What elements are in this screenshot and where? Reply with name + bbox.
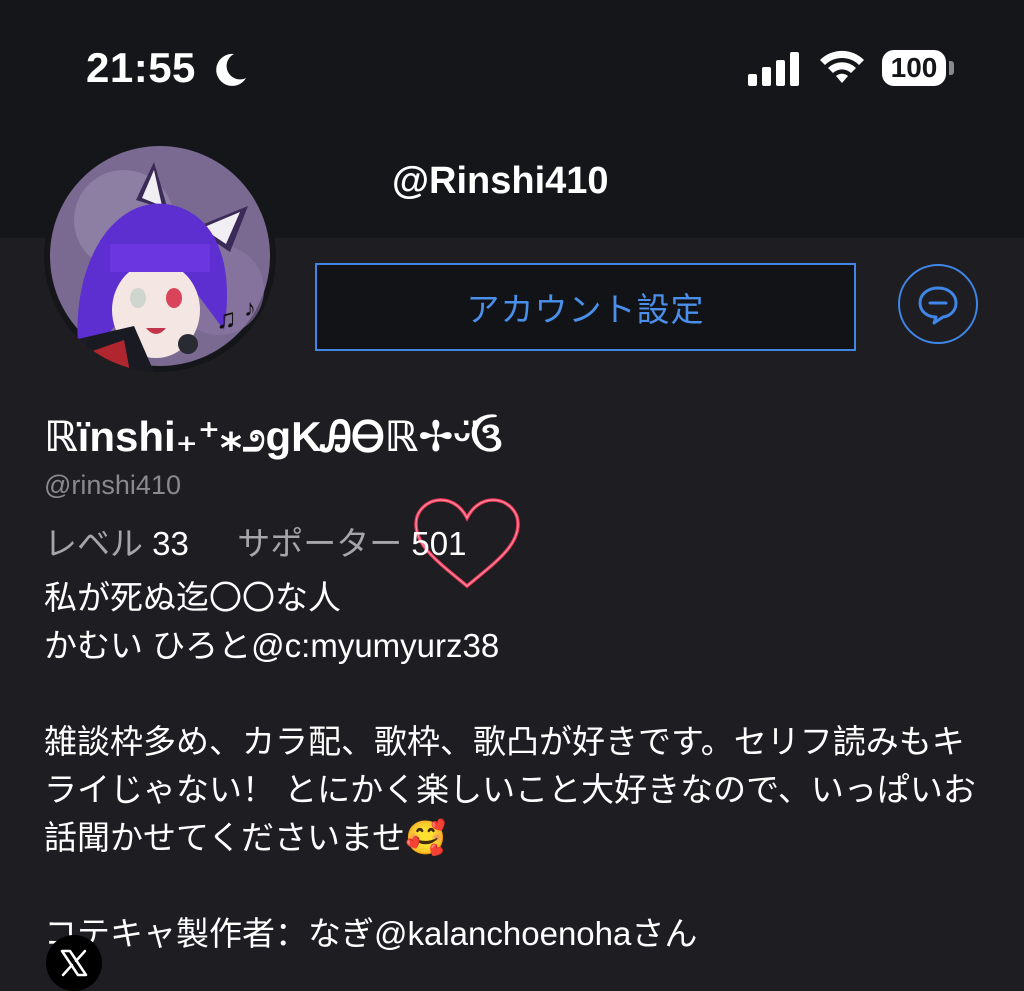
profile-stats: レベル 33 サポーター 501: [44, 517, 466, 565]
avatar[interactable]: ♫ ♪: [44, 140, 276, 372]
bio-line: かむい ひろと@c:myumyurz38: [44, 627, 500, 664]
status-time: 21:55: [86, 44, 196, 91]
battery-icon: 100: [882, 50, 946, 86]
level-value: 33: [152, 525, 189, 562]
account-settings-button[interactable]: アカウント設定: [315, 263, 856, 351]
moon-icon: [216, 53, 246, 86]
svg-text:♫: ♫: [216, 303, 237, 334]
display-name: ℝïnshi₊⁺⁎೨ɡKᎯᎾℝ✢ᵕ̈ઉ: [44, 413, 503, 460]
supporters-value[interactable]: 501: [411, 525, 466, 562]
level-label: レベル: [44, 525, 143, 562]
battery-tip: [949, 61, 954, 75]
chat-bubble-icon: [918, 286, 958, 325]
profile-username-title: @Rinshi410: [392, 160, 609, 202]
supporters-label[interactable]: サポーター: [237, 525, 402, 562]
bio-paragraph: 雑談枠多め、カラ配、歌枠、歌凸が好きです。セリフ読みもキライじゃない！ とにかく…: [44, 723, 976, 856]
bio-credit: コテキャ製作者：なぎ@kalanchoenohaさん: [44, 915, 698, 952]
x-glyph-icon: [60, 949, 88, 977]
avatar-image: ♫ ♪: [50, 146, 270, 372]
signal-icon: [748, 52, 799, 86]
svg-text:♪: ♪: [244, 295, 256, 322]
user-handle: @rinshi410: [44, 470, 181, 500]
wifi-icon: [820, 50, 864, 83]
x-logo-icon[interactable]: [46, 935, 102, 991]
bio-line: 私が死ぬ迄〇〇な人: [44, 579, 341, 616]
chat-button[interactable]: [898, 264, 978, 344]
profile-bio: 私が死ぬ迄〇〇な人 かむい ひろと@c:myumyurz38 雑談枠多め、カラ配…: [44, 574, 984, 958]
status-bar: 21:55 100: [0, 0, 1024, 140]
